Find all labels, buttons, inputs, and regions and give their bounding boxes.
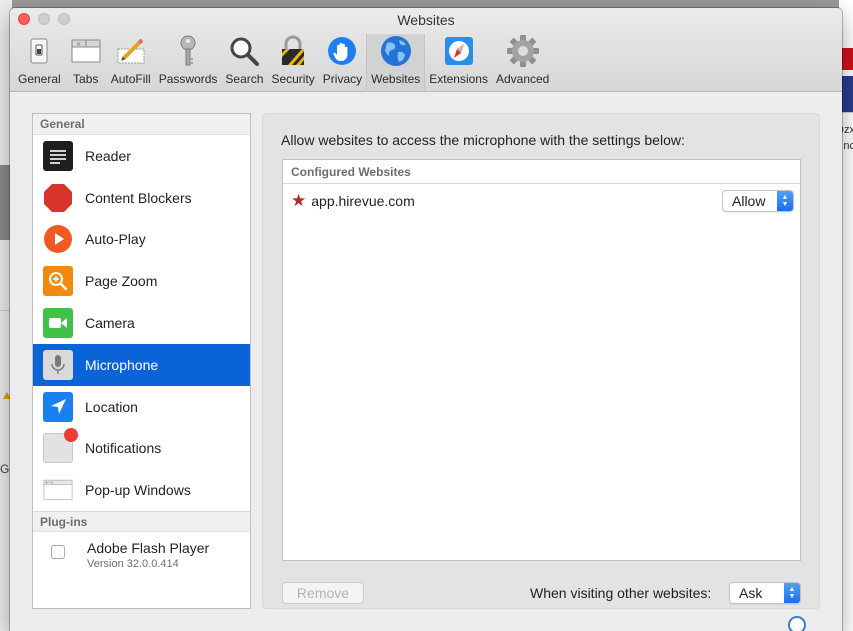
globe-icon (379, 34, 413, 68)
sidebar-item-microphone[interactable]: Microphone (33, 343, 250, 386)
site-permission-select[interactable]: Allow ▲ ▼ (722, 190, 794, 212)
location-arrow-icon (43, 391, 73, 422)
toolbar-label: Extensions (429, 72, 488, 86)
sidebar-section-general: General (33, 114, 250, 135)
site-favicon-star-icon: ★ (291, 191, 307, 210)
toolbar-privacy[interactable]: Privacy (319, 34, 366, 90)
sidebar-item-notifications[interactable]: Notifications (33, 428, 250, 470)
sidebar-item-label: Camera (85, 315, 135, 332)
stop-icon (43, 183, 73, 213)
tabs-icon: × (69, 34, 103, 68)
table-row[interactable]: ★ app.hirevue.com Allow ▲ ▼ (283, 184, 800, 218)
sidebar-item-popup-windows[interactable]: Pop-up Windows (33, 469, 250, 511)
toolbar-passwords[interactable]: Passwords (155, 34, 222, 90)
toolbar-websites[interactable]: Websites (366, 34, 426, 90)
microphone-icon (43, 349, 73, 380)
toolbar-advanced[interactable]: Advanced (492, 34, 553, 90)
websites-sidebar: General Reader Content Blockers Auto-Pla… (32, 113, 251, 609)
toolbar-label: Passwords (158, 72, 218, 86)
sidebar-item-camera[interactable]: Camera (33, 302, 250, 344)
plugin-enable-checkbox[interactable] (51, 545, 65, 560)
sidebar-item-label: Microphone (85, 356, 159, 373)
autofill-icon (114, 34, 148, 68)
toolbar-label: Privacy (322, 72, 363, 86)
site-permission-value: Allow (732, 193, 766, 209)
sidebar-item-label: Pop-up Windows (85, 482, 191, 499)
toolbar-tabs[interactable]: × Tabs (65, 34, 107, 90)
plugin-name: Adobe Flash Player (87, 540, 210, 557)
title-bar: Websites General × Tabs AutoFill Passwor… (10, 8, 842, 92)
camera-icon (43, 308, 73, 339)
preferences-window: Websites General × Tabs AutoFill Passwor… (10, 8, 842, 631)
gear-icon (506, 34, 540, 68)
preferences-toolbar: General × Tabs AutoFill Passwords Search… (14, 34, 553, 90)
microphone-settings-panel: Allow websites to access the microphone … (262, 113, 820, 609)
general-icon (22, 34, 56, 68)
plugin-version: Version 32.0.0.414 (87, 558, 179, 571)
table-header: Configured Websites (283, 160, 800, 184)
sidebar-item-label: Reader (85, 147, 131, 164)
key-icon (171, 34, 205, 68)
other-websites-select[interactable]: Ask ▲ ▼ (729, 582, 801, 604)
configured-websites-table: Configured Websites ★ app.hirevue.com Al… (282, 159, 801, 561)
toolbar-label: Advanced (495, 72, 550, 86)
sidebar-item-label: Notifications (85, 440, 162, 457)
play-icon (43, 224, 73, 254)
svg-text:×: × (76, 41, 81, 48)
toolbar-extensions[interactable]: Extensions (425, 34, 492, 90)
site-name: app.hirevue.com (311, 193, 415, 209)
reader-icon (43, 140, 73, 171)
hand-icon (325, 34, 359, 68)
sidebar-section-plugins: Plug-ins (33, 511, 250, 533)
help-button[interactable] (788, 616, 806, 631)
other-websites-value: Ask (739, 585, 763, 601)
other-websites-label: When visiting other websites: (530, 585, 712, 601)
magnifier-icon (227, 34, 261, 68)
plugin-row-flash[interactable]: Adobe Flash Player Version 32.0.0.414 (33, 532, 250, 570)
websites-pane: General Reader Content Blockers Auto-Pla… (10, 93, 842, 631)
sidebar-item-label: Location (85, 398, 138, 415)
background-text: nc (843, 140, 853, 152)
toolbar-label: Tabs (73, 72, 99, 86)
sidebar-item-reader[interactable]: Reader (33, 135, 250, 177)
toolbar-label: Search (225, 72, 264, 86)
padlock-icon (276, 34, 310, 68)
toolbar-general[interactable]: General (14, 34, 65, 90)
updown-chevron-icon: ▲ ▼ (777, 191, 793, 211)
sidebar-item-location[interactable]: Location (33, 386, 250, 428)
notification-badge-icon (43, 428, 78, 464)
sidebar-item-label: Page Zoom (85, 273, 158, 290)
sidebar-item-page-zoom[interactable]: Page Zoom (33, 260, 250, 302)
toolbar-security[interactable]: Security (267, 34, 318, 90)
toolbar-label: General (18, 72, 61, 86)
puzzle-compass-icon (442, 34, 476, 68)
plugin-info: Adobe Flash Player Version 32.0.0.414 (87, 540, 209, 570)
window-title: Websites (397, 12, 455, 28)
sidebar-item-label: Content Blockers (85, 189, 192, 206)
toolbar-autofill[interactable]: AutoFill (107, 34, 155, 90)
sidebar-item-label: Auto-Play (85, 231, 146, 248)
toolbar-search[interactable]: Search (221, 34, 267, 90)
toolbar-label: Security (271, 72, 315, 86)
sidebar-item-auto-play[interactable]: Auto-Play (33, 219, 250, 261)
toolbar-label: AutoFill (110, 72, 151, 86)
panel-description: Allow websites to access the microphone … (281, 132, 685, 148)
remove-button[interactable]: Remove (282, 582, 364, 604)
popup-window-icon (43, 475, 73, 505)
toolbar-label: Websites (371, 72, 421, 86)
zoom-icon (43, 266, 73, 297)
sidebar-item-content-blockers[interactable]: Content Blockers (33, 177, 250, 219)
updown-chevron-icon: ▲ ▼ (784, 583, 800, 603)
